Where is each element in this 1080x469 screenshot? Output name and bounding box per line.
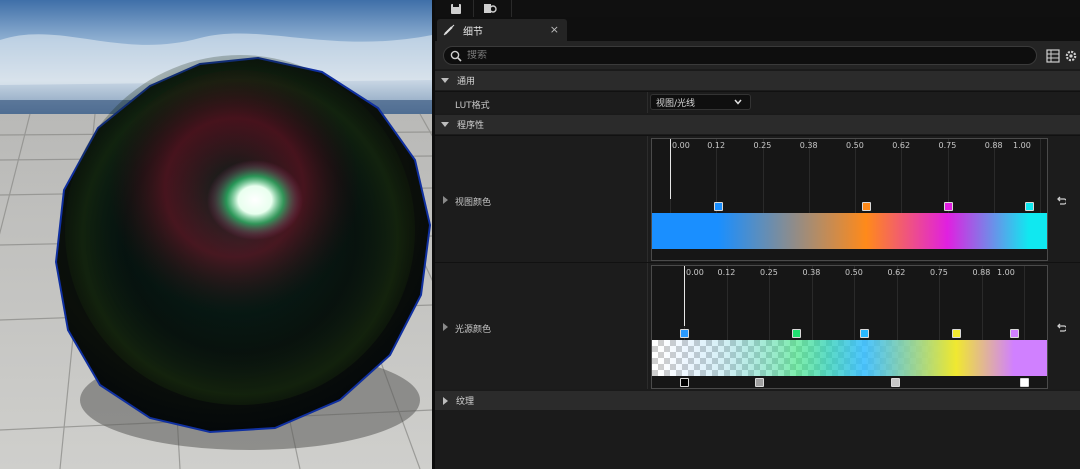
save-icon: [451, 3, 461, 14]
expand-arrow-icon[interactable]: [443, 196, 448, 204]
view-color-gradient-bar[interactable]: [652, 213, 1047, 249]
tab-details[interactable]: 细节 ×: [437, 19, 567, 41]
tick-line: [808, 139, 810, 213]
tick-line: [981, 266, 983, 340]
light-color-row: 光源颜色 0.00 0.12 0.25 0.38 0.50 0.62 0.75 0.88 1.0…: [435, 262, 1080, 389]
color-stop-handle[interactable]: [952, 329, 961, 338]
tick-line: [854, 266, 855, 340]
column-separator: [647, 92, 648, 113]
tick-line: [811, 266, 813, 340]
alpha-stop-handle[interactable]: [680, 378, 689, 387]
view-color-row: 视图颜色 0.00 0.12 0.25 0.38 0.50 0.62 0.75 0.88 1.0…: [435, 135, 1080, 262]
lut-format-dropdown[interactable]: 视图/光线: [650, 94, 751, 110]
asset-toolbar: [435, 0, 1080, 17]
tick-line: [901, 139, 903, 213]
column-separator: [647, 263, 648, 389]
color-stop-handle[interactable]: [792, 329, 802, 338]
search-box[interactable]: [443, 46, 1037, 65]
tick-line: [993, 139, 995, 213]
tab-details-label: 细节: [463, 26, 483, 38]
category-general[interactable]: 通用: [435, 70, 1080, 90]
browse-button[interactable]: [475, 0, 505, 17]
chevron-down-icon: [734, 99, 742, 105]
tick-label: 0.88: [972, 268, 991, 277]
tick-label: 0.62: [887, 268, 906, 277]
tick-line: [726, 266, 728, 340]
toolbar-separator: [473, 0, 474, 17]
tick-label: 0.50: [845, 268, 863, 277]
color-stop-handle[interactable]: [1024, 202, 1034, 211]
browse-icon: [484, 3, 497, 13]
color-stop-handle[interactable]: [1009, 329, 1019, 338]
gradient-color-overlay: [652, 340, 1047, 376]
color-stop-handle[interactable]: [714, 202, 724, 211]
tick-label: 0.75: [930, 268, 948, 277]
tick-line: [1024, 266, 1025, 340]
tick-line: [855, 139, 856, 213]
tick-line: [762, 139, 764, 213]
tab-bar: 细节 ×: [435, 17, 1080, 41]
column-separator: [647, 136, 648, 262]
tick-line: [769, 266, 770, 340]
tick-label: 0.75: [938, 141, 957, 150]
light-color-gradient-bar[interactable]: [652, 340, 1047, 376]
alpha-stop-handle[interactable]: [890, 378, 900, 387]
tick-label: 0.38: [802, 268, 821, 277]
expand-arrow-icon: [441, 78, 449, 83]
reset-to-default-icon[interactable]: [1056, 323, 1066, 333]
lut-format-row: LUT格式 视图/光线: [435, 91, 1080, 113]
tab-close-icon[interactable]: ×: [550, 23, 559, 36]
tick-line: [896, 266, 898, 340]
tick-label: 0.12: [707, 141, 726, 150]
view-color-label: 视图颜色: [455, 198, 492, 208]
time-cursor[interactable]: [670, 139, 671, 199]
tick-label: 0.25: [753, 141, 772, 150]
tick-line: [1040, 139, 1041, 213]
tick-label: 0.00: [686, 268, 704, 277]
tick-line: [939, 266, 940, 340]
tick-label: 0.88: [984, 141, 1003, 150]
tick-label: 0.12: [717, 268, 736, 277]
details-brush-icon: [443, 24, 455, 36]
viewport-scene: [0, 0, 432, 469]
search-row: [435, 41, 1080, 69]
tick-label: 0.00: [672, 141, 690, 150]
light-color-gradient-editor[interactable]: 0.00 0.12 0.25 0.38 0.50 0.62 0.75 0.88 1.00: [651, 265, 1048, 389]
color-stop-handle[interactable]: [943, 202, 953, 211]
tick-label: 0.25: [760, 268, 778, 277]
color-stop-handle[interactable]: [862, 202, 872, 211]
tick-label: 0.62: [892, 141, 911, 150]
gear-icon[interactable]: [1064, 49, 1078, 63]
collapsed-arrow-icon: [443, 396, 448, 405]
color-stop-handle[interactable]: [680, 329, 689, 338]
tick-label: 0.38: [799, 141, 818, 150]
grid-view-icon[interactable]: [1046, 49, 1060, 63]
expand-arrow-icon[interactable]: [443, 323, 448, 331]
save-button[interactable]: [441, 0, 471, 17]
viewport-3d[interactable]: [0, 0, 432, 469]
toolbar-separator: [511, 0, 512, 17]
search-icon: [450, 50, 462, 62]
category-procedural[interactable]: 程序性: [435, 114, 1080, 134]
lut-format-value: 视图/光线: [656, 98, 696, 109]
tick-label: 1.00: [1013, 141, 1031, 150]
view-color-gradient-editor[interactable]: 0.00 0.12 0.25 0.38 0.50 0.62 0.75 0.88 1.00: [651, 138, 1048, 261]
category-texture[interactable]: 纹理: [435, 390, 1080, 410]
color-stop-handle[interactable]: [860, 329, 870, 338]
category-procedural-label: 程序性: [457, 121, 485, 131]
lut-format-label: LUT格式: [455, 101, 490, 111]
alpha-stop-handle[interactable]: [754, 378, 764, 387]
time-cursor[interactable]: [684, 266, 685, 326]
alpha-stop-handle[interactable]: [1020, 378, 1029, 387]
search-input[interactable]: [467, 50, 1007, 61]
tick-label: 1.00: [997, 268, 1015, 277]
category-general-label: 通用: [457, 77, 476, 87]
light-color-label: 光源颜色: [455, 325, 492, 335]
reset-to-default-icon[interactable]: [1056, 196, 1066, 206]
tick-label: 0.50: [846, 141, 864, 150]
category-texture-label: 纹理: [456, 397, 475, 407]
expand-arrow-icon: [441, 122, 449, 127]
details-panel: 细节 × 通用 LUT格式 视图/光线: [435, 0, 1080, 469]
